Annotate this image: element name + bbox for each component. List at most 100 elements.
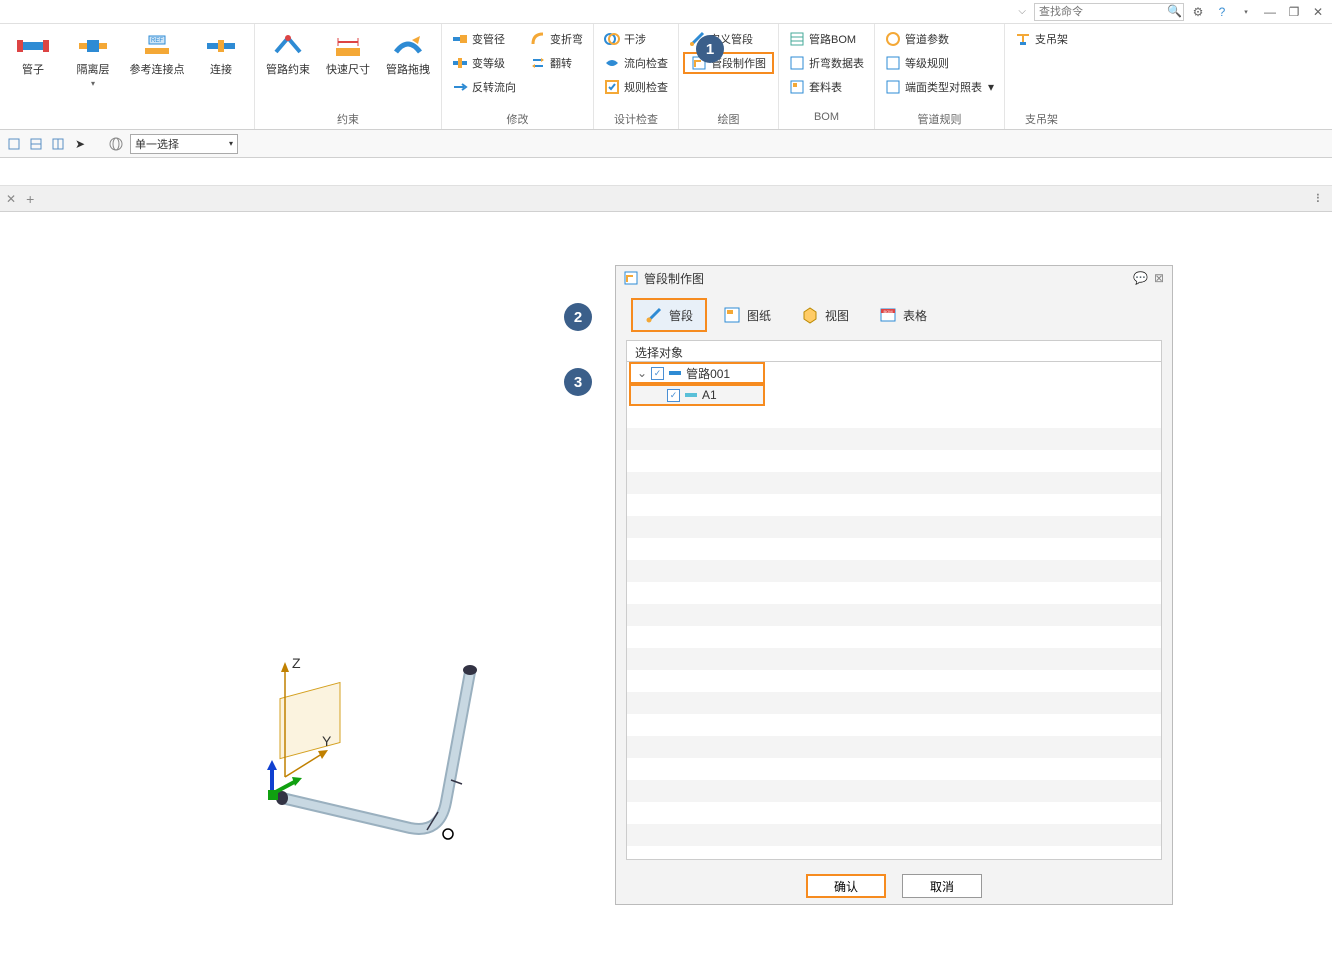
btn-bend-data[interactable]: 折弯数据表 — [783, 52, 870, 74]
view-icon — [801, 306, 819, 324]
btn-pipe-drag[interactable]: 管路拖拽 — [379, 26, 437, 111]
ribbon: 管子 隔离层 ▾ REF 参考连接点 连接 管路约束 — [0, 24, 1332, 130]
tree-empty-row — [627, 450, 1161, 472]
tree-child-label: A1 — [702, 388, 717, 402]
btn-change-diameter[interactable]: 变管径 — [446, 28, 522, 50]
dialog-content: 选择对象 ⌄ ✓ 管路001 ✓ A1 — [626, 340, 1162, 860]
btn-grade-rules[interactable]: 等级规则 — [879, 52, 1000, 74]
tree-empty-row — [627, 428, 1161, 450]
dialog-footer: 确认 取消 — [616, 868, 1172, 904]
dialog-icon — [624, 271, 638, 285]
ribbon-group-label: BOM — [783, 111, 870, 129]
btn-flip[interactable]: 翻转 — [524, 52, 589, 74]
sel-cursor-icon[interactable]: ➤ — [72, 136, 88, 152]
btn-pipe-params[interactable]: 管道参数 — [879, 28, 1000, 50]
tab-strip: ✕ + ⠇ — [0, 186, 1332, 212]
restore-icon[interactable]: ❐ — [1284, 2, 1304, 22]
expand-icon[interactable]: ⌄ — [637, 366, 647, 380]
btn-reverse-flow[interactable]: 反转流向 — [446, 76, 522, 98]
tree-root-label: 管路001 — [686, 365, 730, 382]
btn-rule-check[interactable]: 规则检查 — [598, 76, 674, 98]
btn-interference[interactable]: 干涉 — [598, 28, 674, 50]
callout-marker-1: 1 — [696, 35, 724, 63]
tree-empty-row — [627, 560, 1161, 582]
tree-empty-row — [627, 604, 1161, 626]
btn-nesting[interactable]: 套料表 — [783, 76, 870, 98]
search-icon[interactable]: 🔍 — [1167, 4, 1182, 18]
dialog-speech-icon[interactable]: 💬 — [1133, 271, 1148, 285]
btn-pipe-bom[interactable]: 管路BOM — [783, 28, 870, 50]
tree-child-row[interactable]: ✓ A1 — [629, 384, 765, 406]
ok-button[interactable]: 确认 — [806, 874, 886, 898]
ribbon-group-check: 干涉 流向检查 规则检查 设计检查 — [594, 24, 679, 129]
callout-marker-2: 2 — [564, 303, 592, 331]
tab-add-icon[interactable]: + — [26, 191, 34, 207]
table-icon: BOM — [879, 306, 897, 324]
svg-text:BOM: BOM — [883, 309, 892, 314]
help-dropdown-icon[interactable]: ▾ — [1236, 2, 1256, 22]
ribbon-group-bom: 管路BOM 折弯数据表 套料表 BOM — [779, 24, 875, 129]
btn-change-bend[interactable]: 变折弯 — [524, 28, 589, 50]
select-objects-label: 选择对象 — [626, 340, 1162, 362]
dialog-tabs: 管段 图纸 视图 BOM 表格 — [616, 290, 1172, 340]
sel-globe-icon[interactable] — [108, 136, 124, 152]
chevron-icon[interactable]: ⌵ — [1018, 6, 1026, 17]
btn-pipe-constraint[interactable]: 管路约束 — [259, 26, 317, 111]
help-icon[interactable]: ? — [1212, 2, 1232, 22]
tree-empty-row — [627, 802, 1161, 824]
selection-mode-combo[interactable]: 单一选择 ▾ — [130, 134, 238, 154]
search-input[interactable] — [1034, 3, 1184, 21]
sel-filter-icon-3[interactable] — [50, 136, 66, 152]
tree-root-row[interactable]: ⌄ ✓ 管路001 — [629, 362, 765, 384]
tab-overflow-icon[interactable]: ⠇ — [1315, 192, 1324, 206]
dropdown-arrow-icon: ▾ — [229, 139, 233, 148]
btn-flow-check[interactable]: 流向检查 — [598, 52, 674, 74]
cancel-button[interactable]: 取消 — [902, 874, 982, 898]
ribbon-group-label: 支吊架 — [1009, 111, 1074, 129]
dialog-title: 管段制作图 — [644, 270, 1127, 287]
tree-empty-row — [627, 406, 1161, 428]
checkbox[interactable]: ✓ — [667, 389, 680, 402]
btn-change-grade[interactable]: 变等级 — [446, 52, 522, 74]
titlebar: ⌵ 🔍 ⚙ ? ▾ — ❐ ✕ — [0, 0, 1332, 24]
btn-connect[interactable]: 连接 — [192, 26, 250, 111]
tree-empty-row — [627, 582, 1161, 604]
ribbon-group-basic: 管子 隔离层 ▾ REF 参考连接点 连接 — [0, 24, 255, 129]
btn-ref-connect[interactable]: REF 参考连接点 — [124, 26, 190, 111]
svg-text:REF: REF — [151, 38, 163, 44]
btn-end-type[interactable]: 端面类型对照表▾ — [879, 76, 1000, 98]
segment-icon — [645, 306, 663, 324]
tree-empty-row — [627, 736, 1161, 758]
tree-empty-row — [627, 494, 1161, 516]
tree-empty-row — [627, 472, 1161, 494]
ribbon-group-label: 绘图 — [683, 111, 774, 129]
object-tree[interactable]: ⌄ ✓ 管路001 ✓ A1 — [626, 362, 1162, 860]
btn-quick-dim[interactable]: 快速尺寸 — [319, 26, 377, 111]
btn-pipe[interactable]: 管子 — [4, 26, 62, 111]
tree-empty-row — [627, 670, 1161, 692]
gear-icon[interactable]: ⚙ — [1188, 2, 1208, 22]
close-icon[interactable]: ✕ — [1308, 2, 1328, 22]
sel-filter-icon-1[interactable] — [6, 136, 22, 152]
dialog-tab-table[interactable]: BOM 表格 — [866, 299, 940, 331]
tree-empty-row — [627, 648, 1161, 670]
tree-empty-row — [627, 780, 1161, 802]
segment-drawing-dialog: 管段制作图 💬 ⊠ 管段 图纸 视图 BOM 表格 选择对象 ⌄ ✓ 管路00 — [615, 265, 1173, 905]
pipe-route-icon — [668, 366, 682, 380]
sel-filter-icon-2[interactable] — [28, 136, 44, 152]
ribbon-group-modify: 变管径 变等级 反转流向 变折弯 翻转 修改 — [442, 24, 594, 129]
btn-isolation[interactable]: 隔离层 ▾ — [64, 26, 122, 111]
checkbox[interactable]: ✓ — [651, 367, 664, 380]
dialog-close-icon[interactable]: ⊠ — [1154, 271, 1164, 285]
drawing-icon — [723, 306, 741, 324]
dialog-tab-drawing[interactable]: 图纸 — [710, 299, 784, 331]
ribbon-group-constraint: 管路约束 快速尺寸 管路拖拽 约束 — [255, 24, 442, 129]
dialog-tab-segment[interactable]: 管段 — [632, 299, 706, 331]
btn-hanger[interactable]: 支吊架 — [1009, 28, 1074, 50]
pipe-3d-view: Z Y — [230, 612, 530, 852]
dialog-tab-view[interactable]: 视图 — [788, 299, 862, 331]
tree-empty-row — [627, 516, 1161, 538]
minimize-icon[interactable]: — — [1260, 2, 1280, 22]
tree-empty-row — [627, 714, 1161, 736]
tab-close-icon[interactable]: ✕ — [6, 192, 16, 206]
